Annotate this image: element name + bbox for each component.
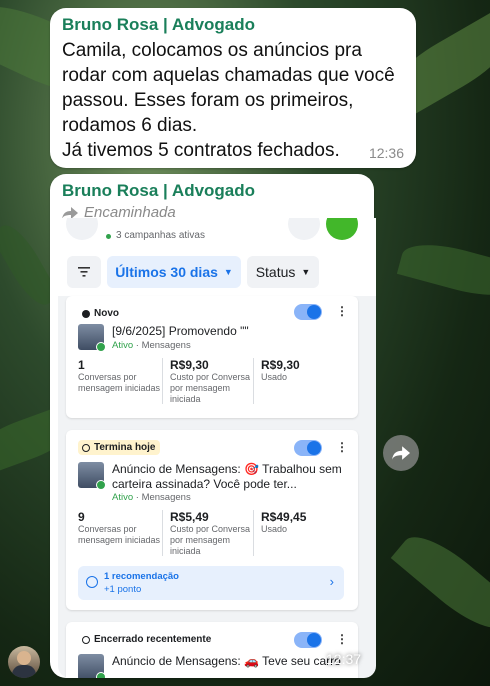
- message-time: 12:36: [368, 145, 404, 161]
- arrow-up-circle-icon: [86, 576, 98, 588]
- date-range-filter: Últimos 30 dias ▼: [107, 256, 241, 288]
- metric-label: Custo por Conversa por mensagem iniciada: [170, 524, 251, 556]
- ads-topbar: 3 campanhas ativas: [58, 218, 376, 256]
- clock-icon: [82, 635, 90, 644]
- ad-thumbnail: [78, 324, 106, 352]
- forward-arrow-icon: [62, 206, 78, 219]
- message-bubble[interactable]: Bruno Rosa | Advogado Camila, colocamos …: [50, 8, 416, 168]
- filter-icon: [78, 267, 90, 277]
- metric-value: 1: [78, 358, 85, 372]
- ad-toggle: [294, 440, 322, 456]
- recommendation-banner: 1 recomendação +1 ponto ›: [78, 566, 344, 600]
- caret-down-icon: ▼: [301, 267, 311, 277]
- caret-down-icon: ▼: [223, 267, 233, 277]
- filter-bar: Últimos 30 dias ▼ Status ▼: [58, 256, 376, 296]
- status-badge: Encerrado recentemente: [78, 632, 215, 647]
- avatar[interactable]: [8, 646, 40, 678]
- chevron-right-icon: ›: [329, 574, 334, 589]
- metric-conversations: 1 Conversas por mensagem iniciadas: [78, 358, 164, 394]
- sender-name[interactable]: Bruno Rosa | Advogado: [62, 181, 255, 201]
- ad-status: Ativo: [112, 492, 134, 503]
- metric-cost: R$9,30 Custo por Conversa por mensagem i…: [170, 358, 256, 405]
- clock-icon: [82, 443, 90, 452]
- date-range-label: Últimos 30 dias: [115, 264, 218, 280]
- metric-value: R$5,49: [170, 510, 209, 524]
- ad-title: Anúncio de Mensagens: 🚗 Teve seu carro: [112, 654, 341, 668]
- more-options-icon: ⋮: [336, 632, 348, 646]
- ad-type: Mensagens: [141, 492, 191, 503]
- ad-status-line: Ativo · Mensagens: [112, 340, 191, 351]
- message-line: passou. Esses foram os primeiros,: [62, 90, 354, 111]
- ad-title: [9/6/2025] Promovendo "": [112, 324, 249, 338]
- ad-thumbnail: [78, 654, 106, 678]
- avatar-suit: [12, 665, 36, 678]
- status-badge: Novo: [78, 306, 123, 321]
- metric-value: R$9,30: [261, 358, 300, 372]
- message-time: 12:37: [326, 651, 362, 667]
- ad-card: Encerrado recentemente ⋮ Anúncio de Mens…: [66, 622, 358, 678]
- message-line: Camila, colocamos os anúncios pra: [62, 40, 362, 61]
- settings-icon: [66, 218, 98, 240]
- metric-cost: R$5,49 Custo por Conversa por mensagem i…: [170, 510, 256, 557]
- metric-label: Conversas por mensagem iniciadas: [78, 524, 161, 545]
- recommendation-title: 1 recomendação: [104, 571, 179, 582]
- more-options-icon: ⋮: [336, 304, 348, 318]
- active-dot-icon: [106, 234, 111, 239]
- metric-divider: [162, 510, 163, 556]
- metric-divider: [253, 510, 254, 556]
- ad-title-line: Anúncio de Mensagens: 🎯 Trabalhou sem: [112, 462, 342, 476]
- ad-status: Ativo: [112, 340, 134, 351]
- ads-manager-screenshot[interactable]: 3 campanhas ativas Últimos 30 dias ▼ Sta…: [58, 218, 376, 678]
- campaigns-active-text: 3 campanhas ativas: [116, 230, 205, 241]
- ad-card: Novo ⋮ [9/6/2025] Promovendo "" Ativo · …: [66, 296, 358, 418]
- ad-card: Termina hoje ⋮ Anúncio de Mensagens: 🎯 T…: [66, 430, 358, 610]
- forward-button[interactable]: [383, 435, 419, 471]
- ad-type: Mensagens: [141, 340, 191, 351]
- status-badge: Termina hoje: [78, 440, 160, 455]
- metric-conversations: 9 Conversas por mensagem iniciadas: [78, 510, 164, 546]
- forward-arrow-icon: [392, 446, 410, 460]
- metric-label: Custo por Conversa por mensagem iniciada: [170, 372, 251, 404]
- status-filter: Status ▼: [247, 256, 319, 288]
- sender-name[interactable]: Bruno Rosa | Advogado: [62, 15, 255, 35]
- metric-label: Conversas por mensagem iniciadas: [78, 372, 161, 393]
- metric-divider: [162, 358, 163, 404]
- ad-status-line: Ativo · Mensagens: [112, 492, 191, 503]
- badge-label: Termina hoje: [94, 442, 156, 453]
- badge-label: Novo: [94, 308, 119, 319]
- more-options-icon: ⋮: [336, 440, 348, 454]
- message-line: rodar com aquelas chamadas que você: [62, 65, 395, 86]
- ad-thumbnail: [78, 462, 106, 490]
- metric-spent: R$49,45 Usado: [261, 510, 347, 535]
- recommendation-points: +1 ponto: [104, 584, 142, 595]
- create-button: [326, 218, 358, 240]
- ad-title-line: carteira assinada? Você pode ter...: [112, 477, 297, 491]
- metric-label: Usado: [261, 524, 288, 534]
- ad-title: Anúncio de Mensagens: 🎯 Trabalhou sem ca…: [112, 462, 342, 492]
- metric-label: Usado: [261, 372, 288, 382]
- message-text: Camila, colocamos os anúncios pra rodar …: [62, 38, 395, 163]
- metric-value: 9: [78, 510, 85, 524]
- new-icon: [82, 309, 90, 318]
- avatar-figure: [17, 651, 31, 665]
- metric-divider: [253, 358, 254, 404]
- notifications-icon: [288, 218, 320, 240]
- message-line: Já tivemos 5 contratos fechados.: [62, 140, 340, 161]
- metric-spent: R$9,30 Usado: [261, 358, 347, 383]
- status-filter-label: Status: [255, 264, 296, 280]
- badge-label: Encerrado recentemente: [94, 634, 212, 645]
- metric-value: R$9,30: [170, 358, 209, 372]
- ad-toggle: [294, 304, 322, 320]
- filter-options-button: [67, 256, 101, 288]
- message-line: rodamos 6 dias.: [62, 115, 198, 136]
- ad-toggle: [294, 632, 322, 648]
- metric-value: R$49,45: [261, 510, 307, 524]
